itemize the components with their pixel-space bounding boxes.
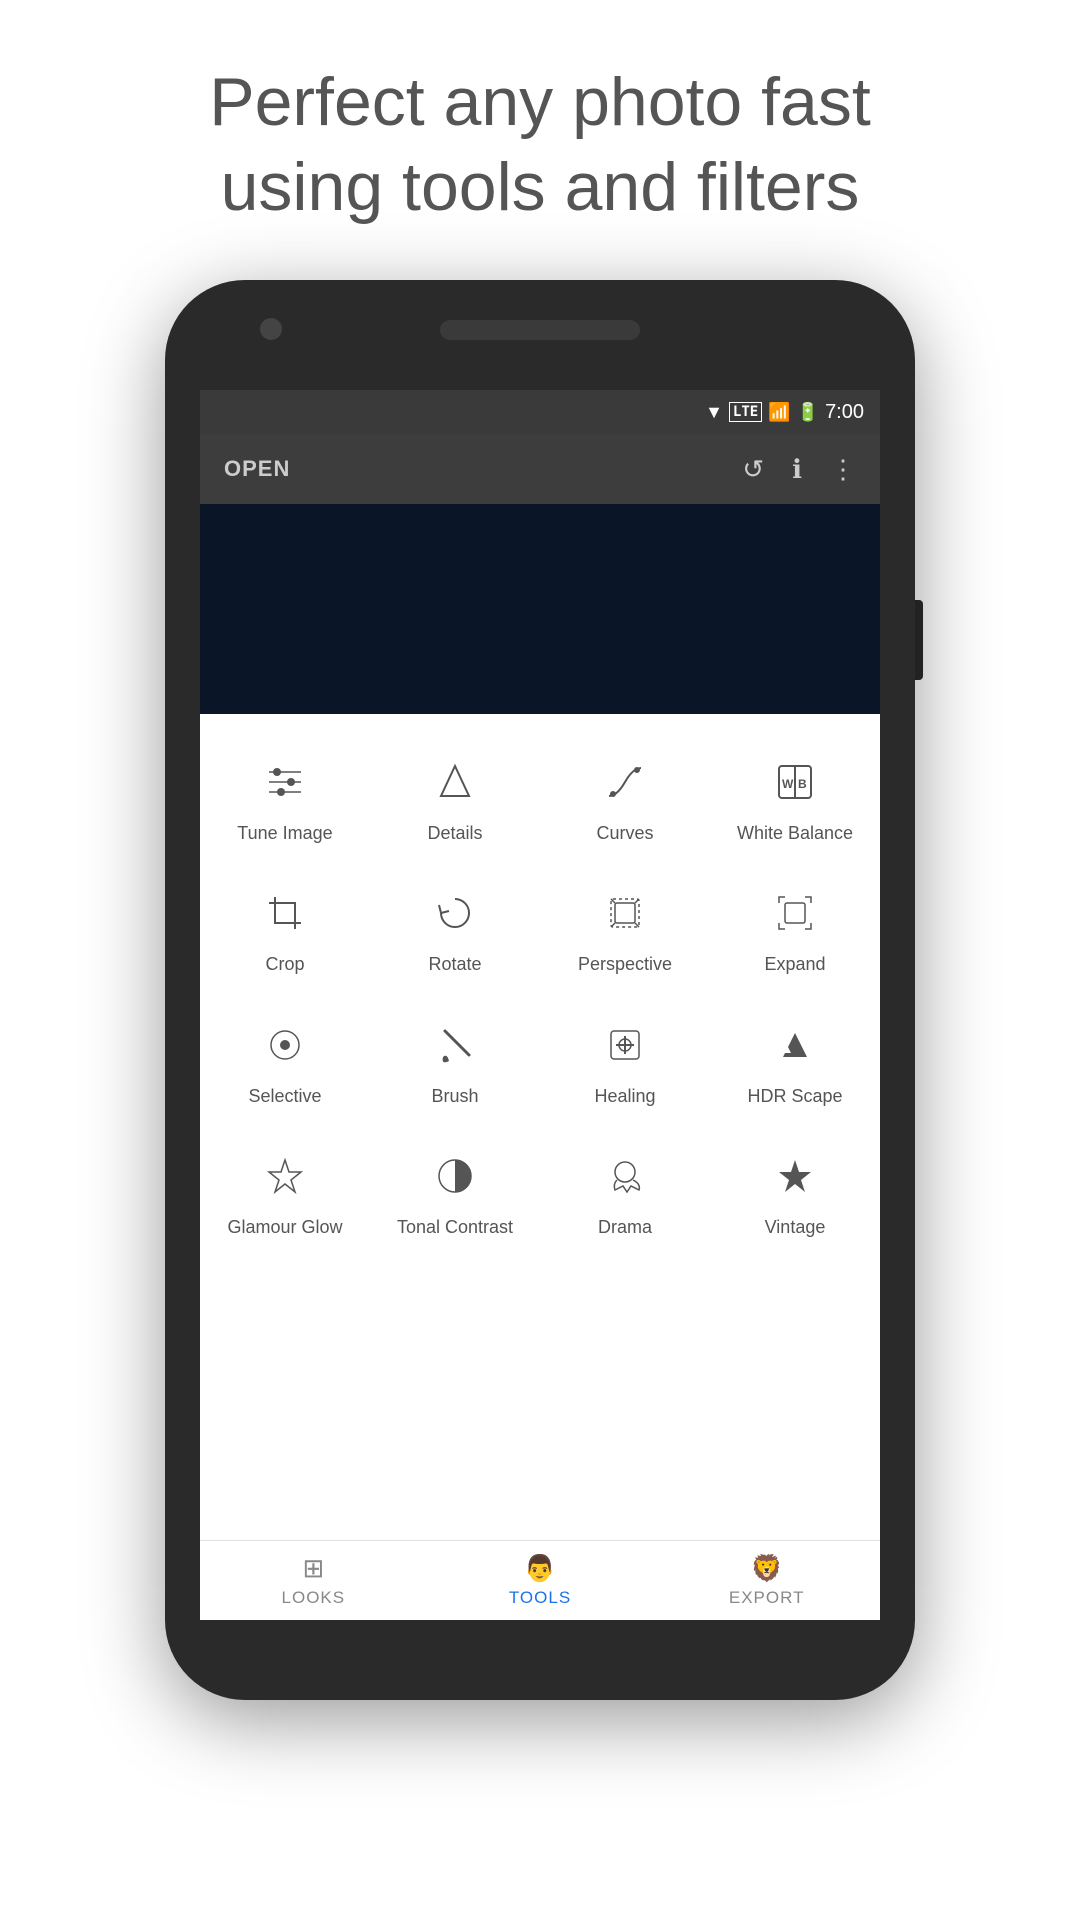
curves-label: Curves xyxy=(596,822,653,845)
photo-preview xyxy=(200,504,880,714)
tool-item-tonal-contrast[interactable]: Tonal Contrast xyxy=(370,1128,540,1259)
tools-label: TOOLS xyxy=(509,1588,571,1608)
phone-frame: ▼ LTE 📶 🔋 7:00 OPEN ↺ ℹ ⋮ xyxy=(165,280,915,1700)
signal-icon: 📶 xyxy=(768,402,790,423)
svg-text:W: W xyxy=(782,777,794,791)
app-toolbar: OPEN ↺ ℹ ⋮ xyxy=(200,434,880,504)
brush-label: Brush xyxy=(431,1085,478,1108)
tool-item-rotate[interactable]: Rotate xyxy=(370,865,540,996)
more-icon[interactable]: ⋮ xyxy=(830,454,856,485)
tool-item-crop[interactable]: Crop xyxy=(200,865,370,996)
tool-item-details[interactable]: Details xyxy=(370,734,540,865)
perspective-icon xyxy=(597,885,653,941)
tool-item-curves[interactable]: Curves xyxy=(540,734,710,865)
headline: Perfect any photo fast using tools and f… xyxy=(149,60,931,230)
tool-item-drama[interactable]: Drama xyxy=(540,1128,710,1259)
tools-grid: Tune Image Details Curves xyxy=(200,734,880,1260)
toolbar-icons: ↺ ℹ ⋮ xyxy=(742,454,856,485)
hdr-scape-icon xyxy=(767,1017,823,1073)
svg-text:B: B xyxy=(798,777,807,791)
tune-image-label: Tune Image xyxy=(237,822,332,845)
drama-icon xyxy=(597,1148,653,1204)
tune-image-icon xyxy=(257,754,313,810)
looks-icon: ⊞ xyxy=(302,1553,324,1584)
hdr-scape-label: HDR Scape xyxy=(747,1085,842,1108)
tonal-contrast-label: Tonal Contrast xyxy=(397,1216,513,1239)
side-button xyxy=(915,600,923,680)
open-button[interactable]: OPEN xyxy=(224,456,290,482)
lte-badge: LTE xyxy=(729,402,762,422)
curves-icon xyxy=(597,754,653,810)
nav-item-looks[interactable]: ⊞ LOOKS xyxy=(200,1541,427,1620)
speaker-grille xyxy=(440,320,640,340)
tool-item-healing[interactable]: Healing xyxy=(540,997,710,1128)
tool-item-vintage[interactable]: Vintage xyxy=(710,1128,880,1259)
perspective-label: Perspective xyxy=(578,953,672,976)
status-bar: ▼ LTE 📶 🔋 7:00 xyxy=(200,390,880,434)
info-icon[interactable]: ℹ xyxy=(792,454,802,485)
nav-item-export[interactable]: 🦁 EXPORT xyxy=(653,1541,880,1620)
tool-item-selective[interactable]: Selective xyxy=(200,997,370,1128)
drama-label: Drama xyxy=(598,1216,652,1239)
phone-top-bezel xyxy=(165,280,915,390)
tools-icon: 👨 xyxy=(524,1553,556,1584)
undo-icon[interactable]: ↺ xyxy=(742,454,764,485)
tool-item-white-balance[interactable]: WB White Balance xyxy=(710,734,880,865)
tool-item-expand[interactable]: Expand xyxy=(710,865,880,996)
camera-dot xyxy=(260,318,282,340)
status-icons: ▼ LTE 📶 🔋 7:00 xyxy=(705,401,864,424)
white-balance-icon: WB xyxy=(767,754,823,810)
details-label: Details xyxy=(427,822,482,845)
healing-label: Healing xyxy=(594,1085,655,1108)
tonal-contrast-icon xyxy=(427,1148,483,1204)
crop-icon xyxy=(257,885,313,941)
export-label: EXPORT xyxy=(729,1588,805,1608)
healing-icon xyxy=(597,1017,653,1073)
vintage-icon xyxy=(767,1148,823,1204)
export-icon: 🦁 xyxy=(750,1553,782,1584)
brush-icon xyxy=(427,1017,483,1073)
glamour-glow-label: Glamour Glow xyxy=(227,1216,342,1239)
tool-item-perspective[interactable]: Perspective xyxy=(540,865,710,996)
expand-label: Expand xyxy=(764,953,825,976)
status-time: 7:00 xyxy=(825,401,864,424)
tool-item-brush[interactable]: Brush xyxy=(370,997,540,1128)
battery-icon: 🔋 xyxy=(797,402,819,423)
tool-item-tune-image[interactable]: Tune Image xyxy=(200,734,370,865)
wifi-icon: ▼ xyxy=(705,402,723,423)
nav-item-tools[interactable]: 👨 TOOLS xyxy=(427,1541,654,1620)
bottom-nav: ⊞ LOOKS 👨 TOOLS 🦁 EXPORT xyxy=(200,1540,880,1620)
vintage-label: Vintage xyxy=(765,1216,826,1239)
tools-panel: Tune Image Details Curves xyxy=(200,714,880,1540)
glamour-glow-icon xyxy=(257,1148,313,1204)
details-icon xyxy=(427,754,483,810)
crop-label: Crop xyxy=(265,953,304,976)
selective-icon xyxy=(257,1017,313,1073)
screen: ▼ LTE 📶 🔋 7:00 OPEN ↺ ℹ ⋮ xyxy=(200,390,880,1620)
tool-item-hdr-scape[interactable]: HDR Scape xyxy=(710,997,880,1128)
expand-icon xyxy=(767,885,823,941)
rotate-label: Rotate xyxy=(428,953,481,976)
looks-label: LOOKS xyxy=(282,1588,346,1608)
white-balance-label: White Balance xyxy=(737,822,853,845)
rotate-icon xyxy=(427,885,483,941)
selective-label: Selective xyxy=(248,1085,321,1108)
tool-item-glamour-glow[interactable]: Glamour Glow xyxy=(200,1128,370,1259)
